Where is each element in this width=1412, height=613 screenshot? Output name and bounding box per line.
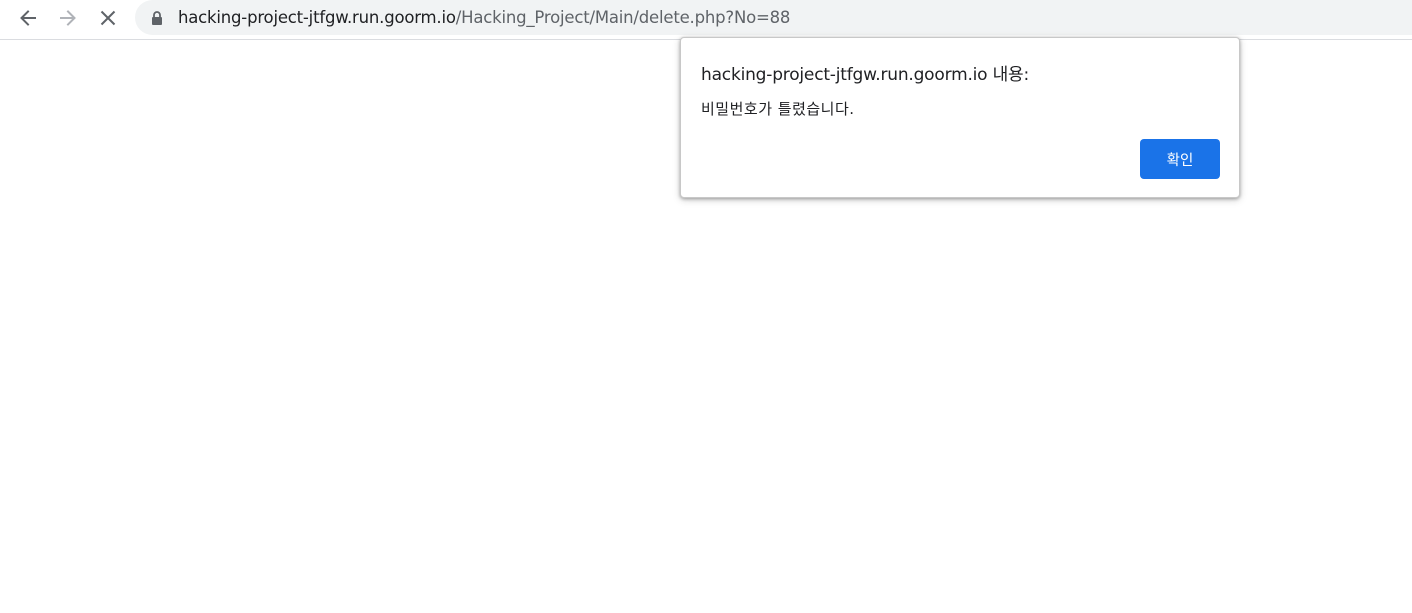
lock-icon[interactable] xyxy=(150,10,164,25)
back-arrow-icon xyxy=(20,10,36,26)
stop-loading-button[interactable] xyxy=(92,2,124,34)
forward-arrow-icon xyxy=(60,10,76,26)
stop-loading-icon xyxy=(100,10,116,26)
address-bar[interactable]: hacking-project-jtfgw.run.goorm.io/Hacki… xyxy=(135,0,1412,35)
alert-dialog: hacking-project-jtfgw.run.goorm.io 내용: 비… xyxy=(680,37,1240,198)
dialog-title: hacking-project-jtfgw.run.goorm.io 내용: xyxy=(701,65,1029,85)
forward-button[interactable] xyxy=(52,2,84,34)
url-path: /Hacking_Project/Main/delete.php?No=88 xyxy=(455,8,791,27)
url-host: hacking-project-jtfgw.run.goorm.io xyxy=(178,8,456,27)
dialog-message: 비밀번호가 틀렸습니다. xyxy=(701,100,855,118)
ok-button[interactable]: 확인 xyxy=(1140,139,1220,179)
url-text[interactable]: hacking-project-jtfgw.run.goorm.io/Hacki… xyxy=(178,8,790,27)
browser-toolbar: hacking-project-jtfgw.run.goorm.io/Hacki… xyxy=(0,0,1412,40)
back-button[interactable] xyxy=(12,2,44,34)
